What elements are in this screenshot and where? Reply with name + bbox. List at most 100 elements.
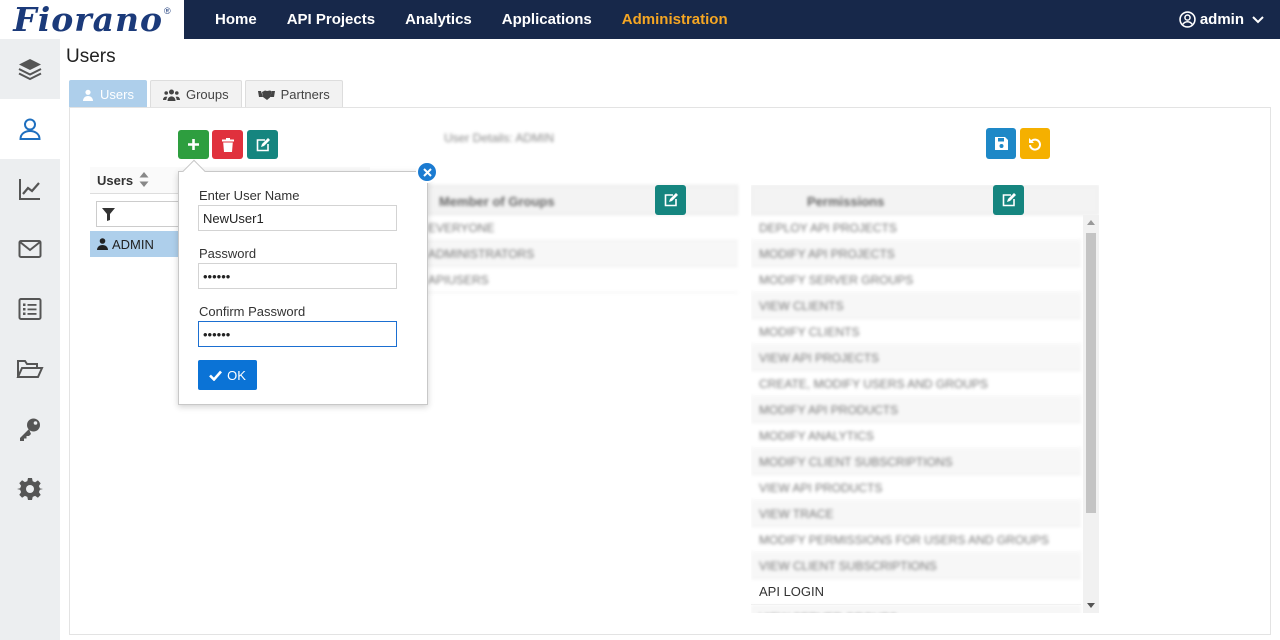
plus-icon: [188, 139, 199, 150]
permissions-panel-title: Permissions: [807, 194, 885, 209]
list-item: DEPLOY API PROJECTS: [751, 215, 1081, 241]
edit-icon: [256, 137, 270, 151]
save-button[interactable]: [986, 128, 1016, 159]
tab-users-label: Users: [100, 87, 134, 102]
password-label: Password: [199, 246, 257, 261]
list-item: VIEW CLIENT SUBSCRIPTIONS: [751, 553, 1081, 579]
chevron-down-icon: [1252, 15, 1264, 23]
list-item: API LOGIN: [751, 579, 1081, 605]
close-icon: [422, 167, 432, 177]
key-icon: [20, 418, 40, 441]
close-popover-button[interactable]: [416, 161, 438, 183]
user-icon: [97, 238, 108, 250]
username-input[interactable]: [198, 205, 397, 231]
chart-icon: [19, 179, 40, 200]
user-menu[interactable]: admin: [1179, 0, 1268, 39]
folder-open-icon: [16, 360, 44, 378]
check-icon: [209, 370, 223, 381]
user-circle-icon: [1179, 11, 1196, 28]
password-input[interactable]: [198, 263, 397, 289]
side-item-keys[interactable]: [0, 399, 60, 459]
list-item: VIEW API PRODUCTS: [751, 475, 1081, 501]
list-item: ADMINISTRATORS: [422, 241, 738, 267]
layers-icon: [18, 59, 42, 81]
nav-administration[interactable]: Administration: [622, 11, 728, 28]
gear-icon: [17, 478, 43, 500]
list-icon: [18, 298, 42, 320]
side-item-users[interactable]: [0, 99, 60, 159]
ok-button-label: OK: [227, 367, 246, 383]
side-nav: [0, 39, 60, 640]
member-of-groups-panel: Member of Groups EVERYONE ADMINISTRATORS…: [422, 185, 738, 295]
scrollbar-thumb[interactable]: [1086, 233, 1096, 513]
permissions-panel: Permissions DEPLOY API PROJECTS MODIFY A…: [751, 185, 1099, 613]
confirm-password-input[interactable]: [198, 321, 397, 347]
permissions-list: DEPLOY API PROJECTS MODIFY API PROJECTS …: [751, 215, 1081, 613]
user-icon: [19, 118, 41, 140]
list-item: VIEW TRACE: [751, 501, 1081, 527]
undo-button[interactable]: [1020, 128, 1050, 159]
side-item-mail[interactable]: [0, 219, 60, 279]
user-row-label: ADMIN: [112, 236, 154, 252]
side-item-files[interactable]: [0, 339, 60, 399]
side-item-settings[interactable]: [0, 459, 60, 519]
registered-mark: ®: [164, 6, 171, 16]
username-label: Enter User Name: [199, 188, 300, 203]
list-item: VIEW CLIENTS: [751, 293, 1081, 319]
add-user-button[interactable]: [178, 130, 209, 159]
list-item: MODIFY PERMISSIONS FOR USERS AND GROUPS: [751, 527, 1081, 553]
side-item-layers[interactable]: [0, 39, 60, 99]
mail-icon: [18, 240, 42, 258]
tab-partners[interactable]: Partners: [244, 80, 343, 108]
tab-partners-label: Partners: [280, 87, 330, 102]
users-icon: [162, 89, 180, 101]
scroll-up-icon: [1087, 220, 1095, 225]
groups-panel-title: Member of Groups: [439, 194, 555, 209]
edit-groups-button[interactable]: [655, 185, 686, 215]
users-column-label: Users: [97, 173, 134, 188]
groups-panel-header: Member of Groups: [422, 185, 738, 215]
permissions-panel-header: Permissions: [751, 185, 1099, 215]
nav-applications[interactable]: Applications: [502, 11, 592, 28]
list-item: EVERYONE: [422, 215, 738, 241]
side-item-list[interactable]: [0, 279, 60, 339]
permissions-scrollbar[interactable]: [1083, 215, 1099, 613]
list-item: CREATE, MODIFY USERS AND GROUPS: [751, 371, 1081, 397]
confirm-password-label: Confirm Password: [199, 304, 306, 319]
tab-users[interactable]: Users: [69, 80, 147, 108]
list-item: MODIFY API PROJECTS: [751, 241, 1081, 267]
top-bar: Fiorano ® Home API Projects Analytics Ap…: [0, 0, 1280, 39]
nav-analytics[interactable]: Analytics: [405, 11, 472, 28]
user-details-title: User Details: ADMIN: [444, 131, 555, 145]
edit-permissions-button[interactable]: [993, 185, 1024, 215]
delete-user-button[interactable]: [212, 130, 243, 159]
list-item: MODIFY CLIENT SUBSCRIPTIONS: [751, 449, 1081, 475]
filter-icon: [102, 207, 115, 221]
tab-groups-label: Groups: [185, 87, 229, 102]
edit-icon: [1002, 193, 1016, 207]
edit-user-button[interactable]: [247, 130, 278, 159]
tab-bar: Users Groups Partners: [69, 80, 346, 108]
groups-list: EVERYONE ADMINISTRATORS APIUSERS: [422, 215, 738, 293]
fiorano-logo[interactable]: Fiorano ®: [0, 0, 184, 39]
edit-icon: [664, 193, 678, 207]
ok-button[interactable]: OK: [198, 360, 257, 390]
undo-icon: [1029, 137, 1041, 151]
list-item: APIUSERS: [422, 267, 738, 293]
side-item-analytics[interactable]: [0, 159, 60, 219]
list-item: MODIFY API PRODUCTS: [751, 397, 1081, 423]
scroll-down-icon: [1087, 603, 1095, 608]
list-item: MODIFY SERVER GROUPS: [751, 267, 1081, 293]
handshake-icon: [257, 90, 275, 100]
nav-home[interactable]: Home: [215, 11, 257, 28]
user-name: admin: [1199, 11, 1244, 28]
logo-text: Fiorano: [13, 0, 164, 39]
nav-api-projects[interactable]: API Projects: [287, 11, 375, 28]
tab-groups[interactable]: Groups: [149, 80, 242, 108]
list-item: MODIFY ANALYTICS: [751, 423, 1081, 449]
list-item: VIEW SERVER GROUPS: [751, 605, 1081, 613]
main-nav: Home API Projects Analytics Applications…: [200, 0, 743, 39]
list-item: VIEW API PROJECTS: [751, 345, 1081, 371]
save-icon: [994, 137, 1008, 150]
sort-icon: [139, 172, 149, 187]
